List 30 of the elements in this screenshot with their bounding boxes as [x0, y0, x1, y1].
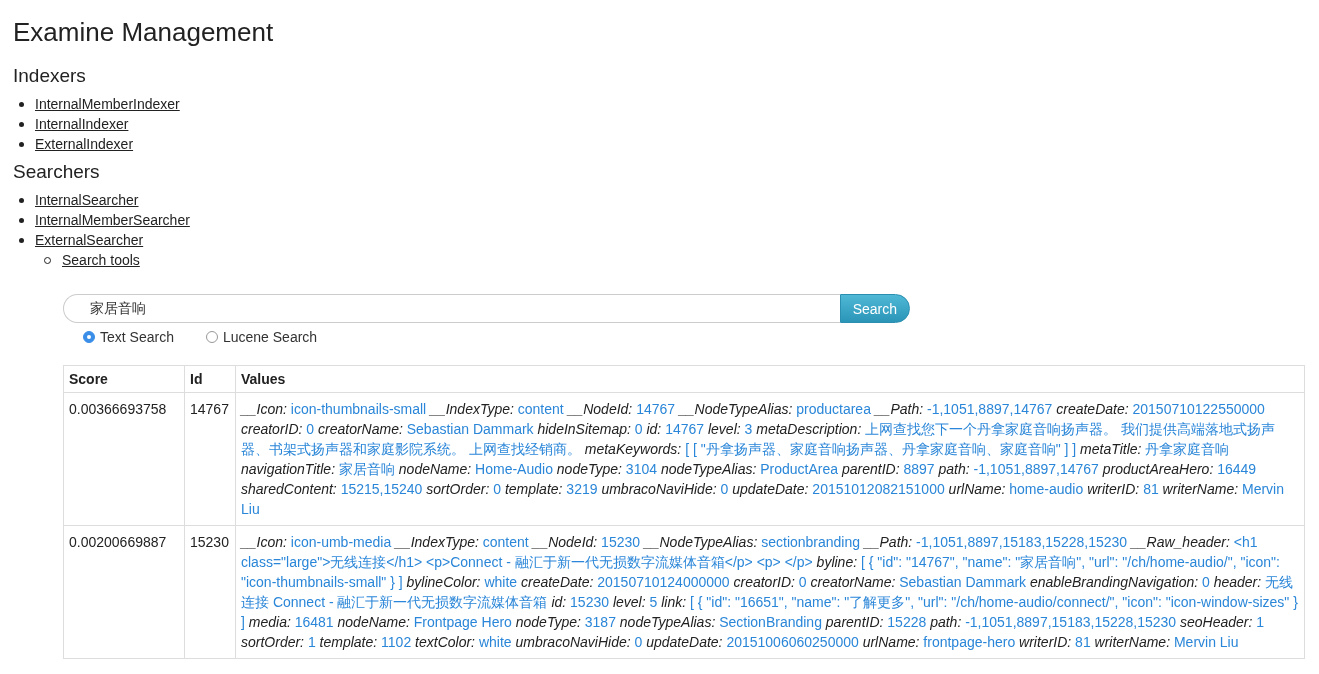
id-cell: 15230 — [184, 525, 236, 659]
nav-link[interactable]: ExternalSearcher — [35, 230, 144, 250]
radio-label: Lucene Search — [222, 329, 318, 345]
id-cell: 14767 — [184, 392, 236, 526]
values-cell: __Icon: icon-umb-media __IndexType: content __NodeId: 15230 __NodeTypeAlias: sectionbranding __Path: -1,1051,8897,15183,15228,15230 __Raw_header: <h1 class="large">无线连接</h1> <p>Connect - 融汇于新一代无损数字流媒体音箱</p> <p> </p> byline: [ { "id": "14767", "name": "家居音响", "url": "/ch/home-audio/", "icon": "icon-thumbnails-small" } ] bylineColor: white createDate: 20150710124000000 creatorID: 0 creatorName: Sebastian Dammark enableBrandingNavigation: 0 header: 无线连接 Connect - 融汇于新一代无损数字流媒体音箱 id: 15230 level: 5 link: [ { "id": "16651", "name": "了解更多", "url": "/ch/home-audio/connect/", "icon": "icon-window-sizes" } ] media: 16481 nodeName: Frontpage Hero nodeType: 3187 nodeTypeAlias: SectionBranding parentID: 15228 path: -1,1051,8897,15183,15228,15230 seoHeader: 1 sortOrder: 1 template: 1102 textColor: white umbracoNaviHide: 0 updateDate: 20151006060250000 urlName: frontpage-hero writerID: 81 writerName: Mervin Liu — [235, 525, 1305, 659]
nav-link[interactable]: InternalMemberSearcher — [35, 210, 190, 230]
page-title: Examine Management — [13, 16, 275, 49]
section-heading: Searchers — [13, 160, 101, 184]
search-field[interactable]: 家居音响 — [63, 294, 840, 323]
column-header: Values — [235, 365, 1305, 393]
nav-link[interactable]: InternalMemberIndexer — [35, 94, 180, 114]
bullet-icon — [19, 237, 24, 243]
radio-button[interactable] — [83, 331, 95, 343]
radio-label: Text Search — [100, 329, 174, 345]
radio-button[interactable] — [205, 331, 218, 343]
bullet-icon — [19, 101, 24, 107]
nav-link[interactable]: InternalSearcher — [35, 190, 139, 210]
section-heading: Indexers — [13, 64, 87, 88]
nav-link[interactable]: Search tools — [62, 250, 140, 270]
column-header: Id — [184, 365, 236, 393]
score-cell: 0.00366693758 — [63, 392, 185, 526]
bullet-icon — [19, 141, 24, 147]
bullet-icon — [19, 121, 24, 127]
nav-link[interactable]: ExternalIndexer — [35, 134, 134, 154]
column-header: Score — [63, 365, 185, 393]
score-cell: 0.00200669887 — [63, 525, 185, 659]
bullet-icon — [19, 197, 24, 203]
values-cell: __Icon: icon-thumbnails-small __IndexType: content __NodeId: 14767 __NodeTypeAlias: productarea __Path: -1,1051,8897,14767 createDate: 20150710122550000 creatorID: 0 creatorName: Sebastian Dammark hideInSitemap: 0 id: 14767 level: 3 metaDescription: 上网查找您下一个丹拿家庭音响扬声器。 我们提供高端落地式扬声器、书架式扬声器和家庭影院系统。 上网查找经销商。 metaKeywords: [ [ "丹拿扬声器、家庭音响扬声器、丹拿家庭音响、家庭音响" ] ] metaTitle: 丹拿家庭音响 navigationTitle: 家居音响 nodeName: Home-Audio nodeType: 3104 nodeTypeAlias: ProductArea parentID: 8897 path: -1,1051,8897,14767 productAreaHero: 16449 sharedContent: 15215,15240 sortOrder: 0 template: 3219 umbracoNaviHide: 0 updateDate: 20151012082151000 urlName: home-audio writerID: 81 writerName: Mervin Liu — [235, 392, 1305, 526]
nav-link[interactable]: InternalIndexer — [35, 114, 129, 134]
bullet-icon — [19, 217, 24, 223]
